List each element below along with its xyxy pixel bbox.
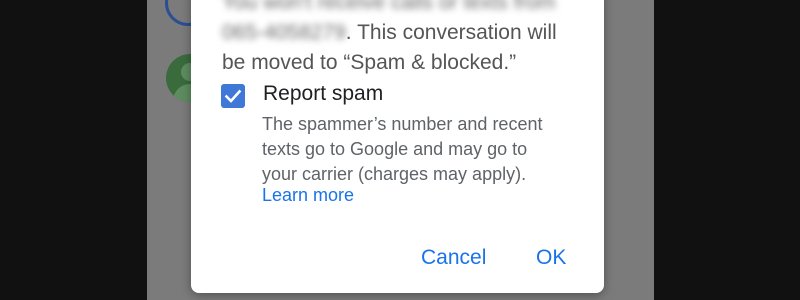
dialog-message-line-3: be moved to “Spam & blocked.” bbox=[222, 51, 517, 74]
dialog-message-line-2-rest: . This conversation will bbox=[345, 21, 557, 44]
report-spam-description: The spammer’s number and recent texts go… bbox=[262, 112, 582, 187]
dialog-message-line-2: 065-4058279. This conversation will bbox=[222, 18, 582, 48]
report-spam-description-line: The spammer’s number and recent bbox=[262, 114, 543, 134]
report-spam-description-line: texts go to Google and may go to bbox=[262, 139, 528, 159]
check-icon bbox=[224, 89, 242, 103]
screenshot-frame: You won't receive calls or texts from 06… bbox=[0, 0, 800, 300]
dialog-message-line-1: You won't receive calls or texts from bbox=[222, 0, 556, 14]
ok-button[interactable]: OK bbox=[536, 246, 566, 270]
report-spam-description-line: your carrier (charges may apply). bbox=[262, 164, 527, 184]
blurred-phone-number: 065-4058279 bbox=[222, 21, 346, 44]
report-spam-checkbox[interactable] bbox=[221, 84, 245, 108]
learn-more-link[interactable]: Learn more bbox=[262, 185, 354, 206]
report-spam-label[interactable]: Report spam bbox=[263, 82, 383, 106]
block-spam-dialog: You won't receive calls or texts from 06… bbox=[191, 0, 604, 293]
cancel-button[interactable]: Cancel bbox=[421, 246, 486, 270]
dialog-message: You won't receive calls or texts from 06… bbox=[222, 0, 582, 78]
